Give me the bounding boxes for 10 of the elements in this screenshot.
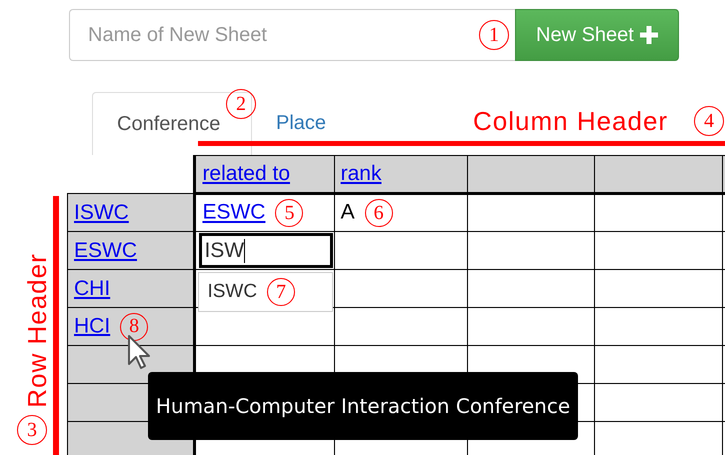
annotation-label: Row Header — [22, 253, 53, 408]
callout-number: 4 — [694, 106, 724, 136]
callout-number: 3 — [17, 415, 47, 445]
callout-number: 5 — [275, 199, 304, 227]
tooltip: Human-Computer Interaction Conference — [148, 372, 578, 440]
annotation-label: Column Header — [473, 106, 668, 137]
callout-number: 2 — [226, 89, 256, 119]
callout-number: 1 — [479, 20, 509, 50]
callout-number: 7 — [267, 278, 296, 306]
callout-number: 6 — [364, 199, 393, 227]
